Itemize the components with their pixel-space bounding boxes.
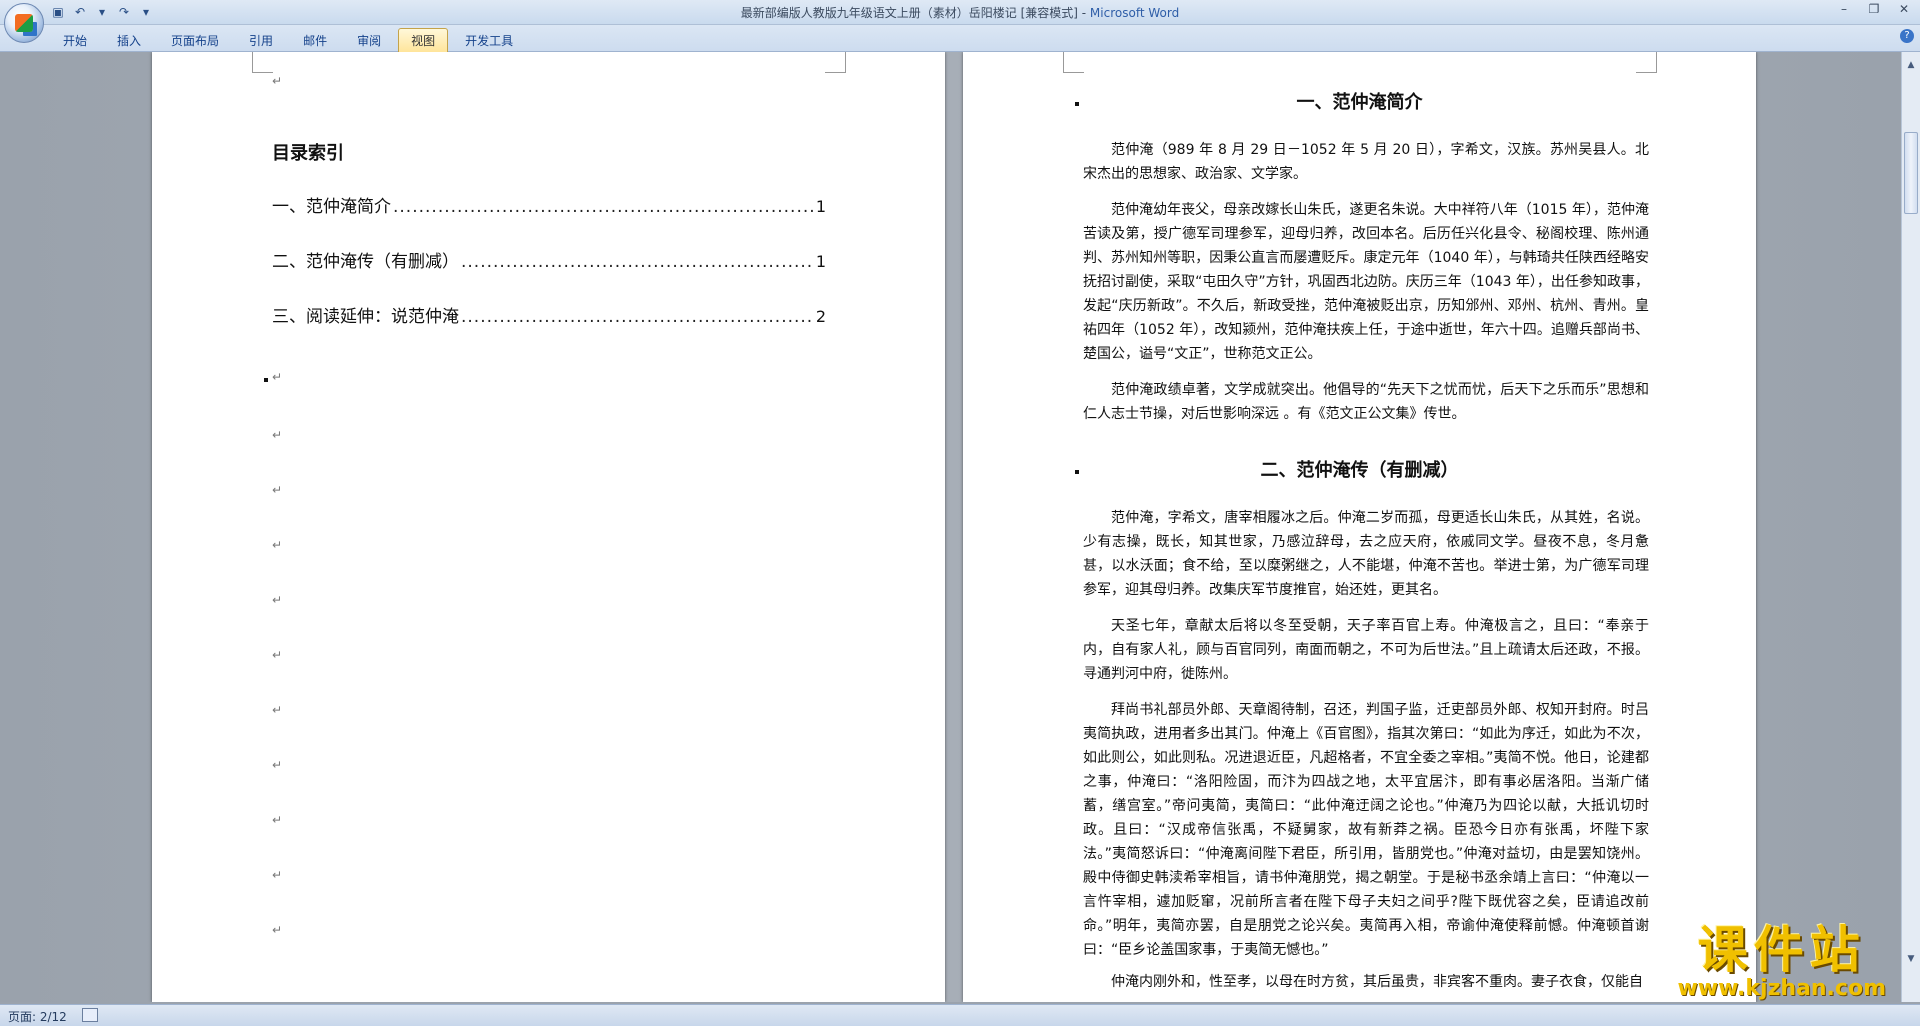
office-logo-icon bbox=[15, 14, 33, 32]
crop-mark bbox=[1636, 52, 1657, 73]
crop-mark bbox=[252, 52, 273, 73]
crop-mark bbox=[1063, 52, 1084, 73]
paragraph-mark: ↵ bbox=[272, 813, 283, 827]
scroll-up-icon[interactable]: ▲ bbox=[1904, 58, 1918, 72]
watermark: 课件站 www.kjzhan.com bbox=[1677, 910, 1886, 1001]
document-title: 最新部编版人教版九年级语文上册（素材）岳阳楼记 [兼容模式] - bbox=[740, 6, 1090, 20]
minimize-icon[interactable]: – bbox=[1836, 2, 1852, 16]
paragraph-mark: ↵ bbox=[272, 648, 283, 662]
tab-page-layout[interactable]: 页面布局 bbox=[158, 28, 232, 53]
tab-home[interactable]: 开始 bbox=[50, 28, 100, 53]
app-name: Microsoft Word bbox=[1089, 6, 1180, 20]
office-button[interactable] bbox=[4, 3, 44, 43]
vertical-scrollbar[interactable]: ▲ ▼ bbox=[1901, 52, 1920, 1002]
ribbon-tabs: 开始 插入 页面布局 引用 邮件 审阅 视图 开发工具 bbox=[50, 28, 526, 53]
body-paragraph[interactable]: 天圣七年，章献太后将以冬至受朝，天子率百官上寿。仲淹极言之，且曰：“奉亲于内，自… bbox=[1083, 614, 1649, 686]
page-right: 一、范仲淹简介 范仲淹（989 年 8 月 29 日－1052 年 5 月 20… bbox=[963, 52, 1756, 1002]
toc-title: 目录索引 bbox=[272, 143, 344, 164]
tab-developer[interactable]: 开发工具 bbox=[452, 28, 526, 53]
paragraph-mark: ↵ bbox=[272, 703, 283, 717]
help-icon[interactable]: ? bbox=[1900, 29, 1914, 43]
toc-entry[interactable]: 三、阅读延伸：说范仲淹 ............................… bbox=[272, 302, 826, 327]
tab-references[interactable]: 引用 bbox=[236, 28, 286, 53]
paragraph-mark: ↵ bbox=[272, 758, 283, 772]
heading-biography: 二、范仲淹传（有删减） bbox=[1260, 460, 1459, 481]
toc-leader: ........................................… bbox=[393, 197, 814, 217]
toc-entry-label: 三、阅读延伸：说范仲淹 bbox=[272, 307, 459, 327]
title-bar: ▣ ↶ ▾ ↷ ▾ 最新部编版人教版九年级语文上册（素材）岳阳楼记 [兼容模式]… bbox=[0, 0, 1920, 43]
body-paragraph[interactable]: 拜尚书礼部员外郎、天章阁待制，召还，判国子监，迁吏部员外郎、权知开封府。时吕夷简… bbox=[1083, 698, 1649, 962]
toc-entry-page: 2 bbox=[815, 307, 826, 326]
paragraph-mark: ↵ bbox=[272, 593, 283, 607]
body-paragraph[interactable]: 范仲淹幼年丧父，母亲改嫁长山朱氏，遂更名朱说。大中祥符八年（1015 年），范仲… bbox=[1083, 198, 1649, 366]
body-paragraph[interactable]: 范仲淹政绩卓著，文学成就突出。他倡导的“先天下之忧而忧，后天下之乐而乐”思想和仁… bbox=[1083, 378, 1649, 426]
paragraph-mark: ↵ bbox=[272, 428, 283, 442]
paragraph-mark: ↵ bbox=[272, 538, 283, 552]
watermark-url: www.kjzhan.com bbox=[1677, 976, 1886, 1001]
body-paragraph[interactable]: 仲淹内刚外和，性至孝，以母在时方贫，其后虽贵，非宾客不重肉。妻子衣食，仅能自 bbox=[1083, 970, 1649, 994]
toc-entry[interactable]: 二、范仲淹传（有删减） ............................… bbox=[272, 247, 826, 272]
page-indicator[interactable]: 页面: 2/12 bbox=[8, 1008, 67, 1025]
document-workspace: ↵ 目录索引 一、范仲淹简介 .........................… bbox=[0, 52, 1902, 1002]
toc-entry-label: 一、范仲淹简介 bbox=[272, 197, 391, 217]
body-paragraph[interactable]: 范仲淹（989 年 8 月 29 日－1052 年 5 月 20 日），字希文，… bbox=[1083, 138, 1649, 186]
watermark-text: 课件站 bbox=[1697, 921, 1866, 979]
status-bar: 页面: 2/12 bbox=[0, 1004, 1920, 1026]
toc-leader: ........................................… bbox=[461, 252, 814, 272]
scroll-thumb[interactable] bbox=[1904, 132, 1918, 214]
page-left: ↵ 目录索引 一、范仲淹简介 .........................… bbox=[152, 52, 945, 1002]
bullet-mark bbox=[264, 378, 268, 382]
paragraph-mark: ↵ bbox=[272, 74, 283, 88]
proofing-icon[interactable] bbox=[82, 1008, 98, 1022]
tab-mailings[interactable]: 邮件 bbox=[290, 28, 340, 53]
crop-mark bbox=[825, 52, 846, 73]
paragraph-mark: ↵ bbox=[272, 923, 283, 937]
toc-entry-page: 1 bbox=[815, 252, 826, 271]
body-paragraph[interactable]: 范仲淹，字希文，唐宰相履冰之后。仲淹二岁而孤，母更适长山朱氏，从其姓，名说。少有… bbox=[1083, 506, 1649, 602]
window-controls: – ❐ ✕ bbox=[1836, 2, 1912, 16]
toc-leader: ........................................… bbox=[461, 307, 814, 327]
maximize-icon[interactable]: ❐ bbox=[1866, 2, 1882, 16]
paragraph-mark: ↵ bbox=[272, 483, 283, 497]
tab-insert[interactable]: 插入 bbox=[104, 28, 154, 53]
toc-entry-label: 二、范仲淹传（有删减） bbox=[272, 252, 459, 272]
close-icon[interactable]: ✕ bbox=[1896, 2, 1912, 16]
toc-entry[interactable]: 一、范仲淹简介 ................................… bbox=[272, 192, 826, 217]
heading-intro: 一、范仲淹简介 bbox=[1296, 92, 1423, 113]
window-title: 最新部编版人教版九年级语文上册（素材）岳阳楼记 [兼容模式] - Microso… bbox=[0, 4, 1920, 21]
ribbon: 开始 插入 页面布局 引用 邮件 审阅 视图 开发工具 ? bbox=[0, 25, 1920, 53]
scroll-down-icon[interactable]: ▼ bbox=[1904, 952, 1918, 966]
tab-view[interactable]: 视图 bbox=[398, 28, 449, 53]
toc-entry-page: 1 bbox=[815, 197, 826, 216]
paragraph-mark: ↵ bbox=[272, 370, 283, 384]
paragraph-mark: ↵ bbox=[272, 868, 283, 882]
tab-review[interactable]: 审阅 bbox=[344, 28, 394, 53]
